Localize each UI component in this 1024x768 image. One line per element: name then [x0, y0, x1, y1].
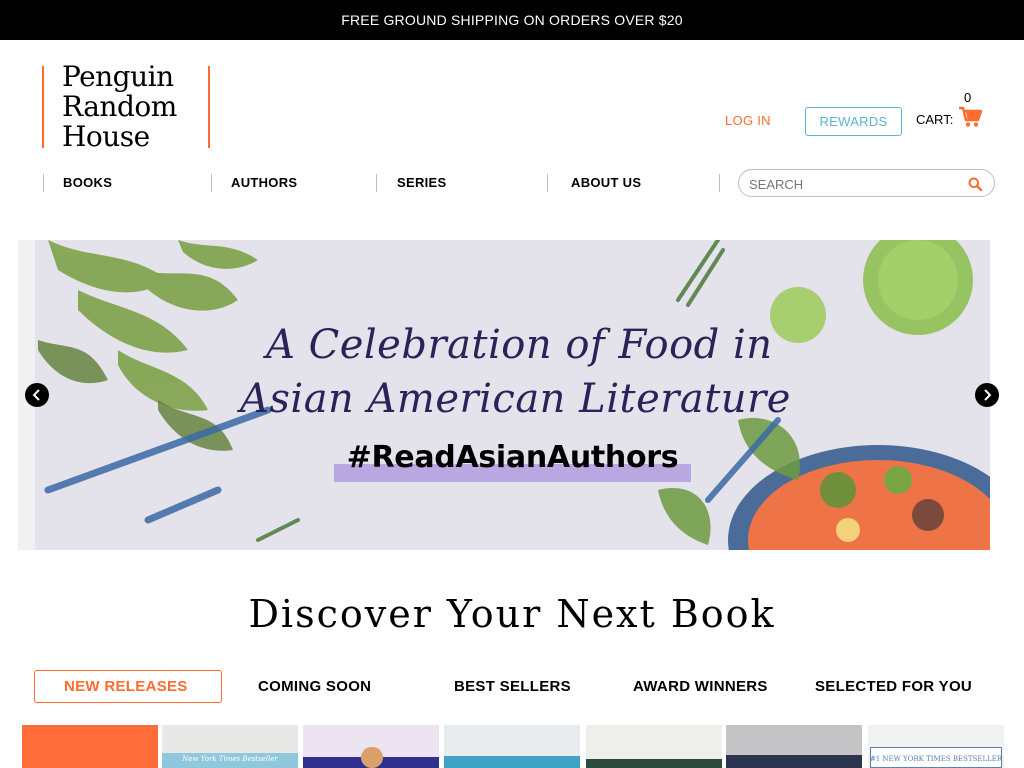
book-cover[interactable] — [22, 725, 158, 768]
logo-rule-right — [208, 66, 210, 148]
logo-word-random: Random — [62, 90, 177, 123]
search-box — [738, 169, 995, 197]
cover-bestseller-label: #1 NEW YORK TIMES BESTSELLER — [869, 755, 1003, 763]
tab-coming-soon[interactable]: COMING SOON — [258, 670, 371, 703]
cart-label: CART: — [916, 112, 954, 127]
book-cover[interactable]: #1 NEW YORK TIMES BESTSELLER — [868, 725, 1004, 768]
book-cover[interactable] — [303, 725, 439, 768]
cover-band — [586, 759, 722, 768]
nav-divider[interactable] — [376, 174, 377, 192]
cover-band — [726, 755, 862, 768]
logo-rule-left — [42, 66, 44, 148]
hero-title-line-2: Asian American Literature — [240, 376, 791, 422]
tab-selected-for-you[interactable]: SELECTED FOR YOU — [815, 670, 972, 703]
penguin-random-house-logo[interactable]: Penguin Random House — [42, 62, 212, 152]
free-shipping-link[interactable]: FREE GROUND SHIPPING ON ORDERS OVER $20 — [341, 12, 683, 28]
nav-item-books[interactable]: BOOKS — [63, 175, 112, 190]
logo-word-penguin: Penguin — [62, 60, 174, 93]
shopping-cart-icon — [959, 106, 982, 127]
cover-figure — [361, 747, 383, 768]
cart-button[interactable]: CART: 0 — [916, 90, 986, 130]
nav-item-series[interactable]: SERIES — [397, 175, 446, 190]
book-cover[interactable]: New York Times Bestseller — [162, 725, 298, 768]
hero-hashtag: #ReadAsianAuthors — [334, 440, 691, 482]
tab-award-winners[interactable]: AWARD WINNERS — [633, 670, 768, 703]
chevron-right-icon — [984, 389, 992, 401]
nav-divider[interactable] — [547, 174, 548, 192]
nav-item-about-us[interactable]: ABOUT US — [571, 175, 641, 190]
carousel-next-button[interactable] — [975, 383, 999, 407]
hero-carousel-slide[interactable]: A Celebration of Food in Asian American … — [18, 240, 990, 550]
cart-count: 0 — [964, 90, 972, 105]
nav-item-authors[interactable]: AUTHORS — [231, 175, 297, 190]
rewards-button[interactable]: REWARDS — [805, 107, 902, 136]
book-cover[interactable] — [586, 725, 722, 768]
login-link[interactable]: LOG IN — [725, 113, 771, 128]
book-cover[interactable] — [726, 725, 862, 768]
search-button[interactable] — [963, 173, 987, 195]
tab-best-sellers[interactable]: BEST SELLERS — [454, 670, 571, 703]
search-input[interactable] — [749, 174, 949, 194]
nav-divider[interactable] — [719, 174, 720, 192]
logo-word-house: House — [62, 120, 150, 153]
tab-new-releases[interactable]: NEW RELEASES — [34, 670, 222, 703]
hashtag-text: #ReadAsianAuthors — [346, 440, 679, 475]
search-icon — [968, 177, 982, 191]
hero-title-line-1: A Celebration of Food in — [266, 322, 773, 368]
cover-bestseller-label: New York Times Bestseller — [182, 755, 278, 763]
book-cover[interactable] — [444, 725, 580, 768]
cover-band — [444, 756, 580, 768]
discover-heading: Discover Your Next Book — [248, 592, 776, 636]
nav-divider — [211, 174, 212, 192]
promo-bar: FREE GROUND SHIPPING ON ORDERS OVER $20 — [0, 0, 1024, 40]
nav-divider — [43, 174, 44, 192]
chevron-left-icon — [32, 389, 40, 401]
carousel-prev-button[interactable] — [25, 383, 49, 407]
